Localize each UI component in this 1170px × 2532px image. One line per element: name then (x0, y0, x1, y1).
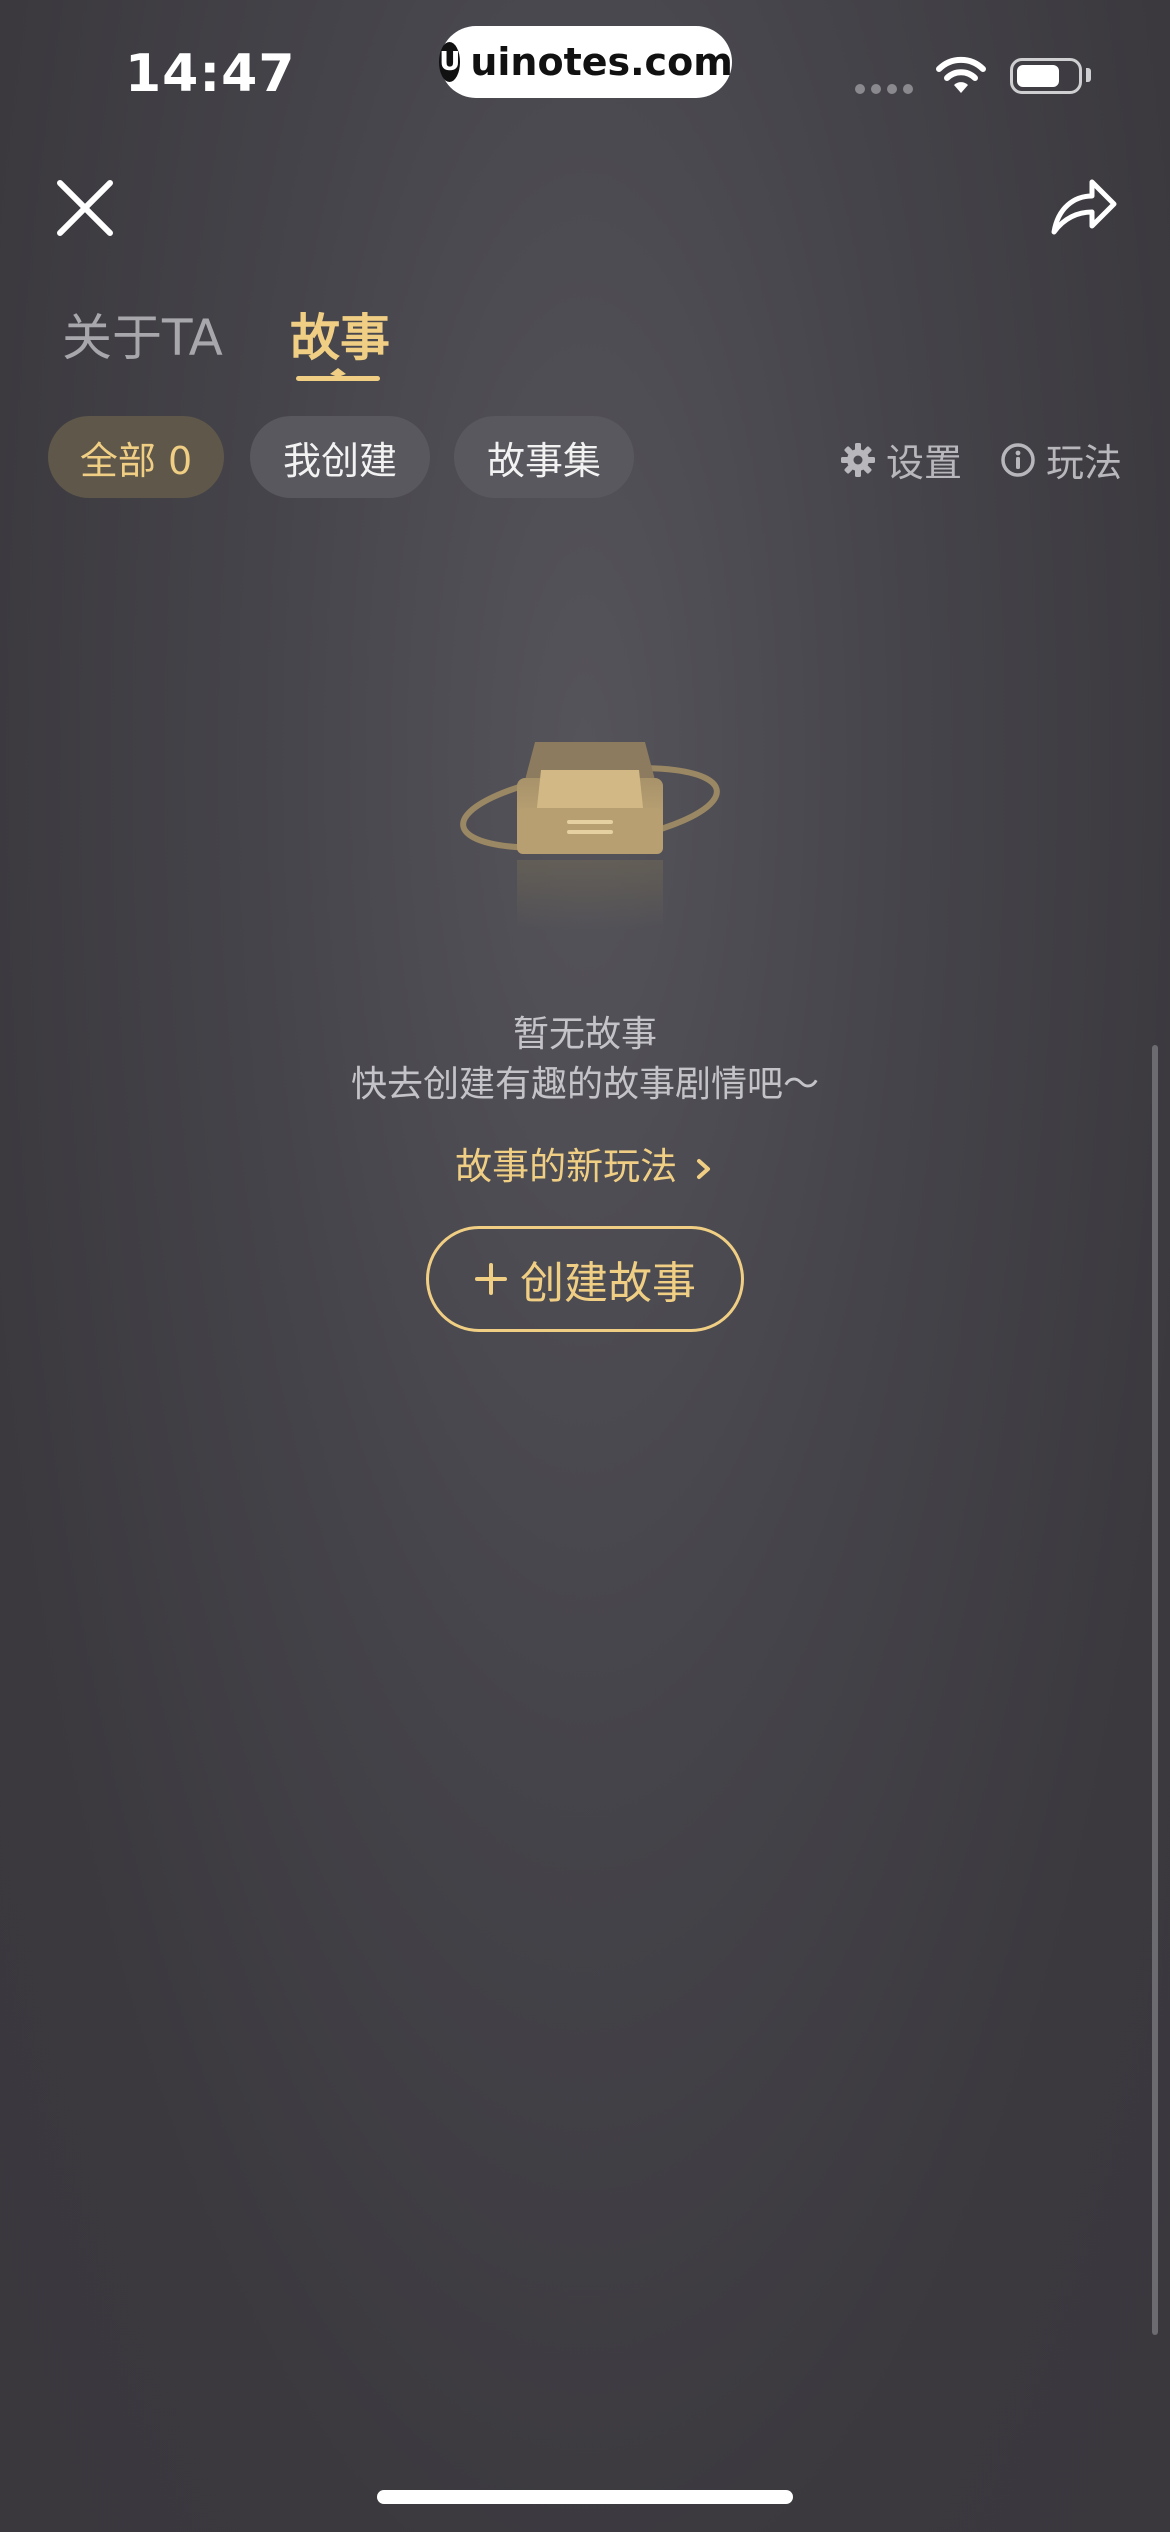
plus-icon (475, 1263, 507, 1295)
scrollbar[interactable] (1152, 1045, 1158, 2335)
gameplay-label: 玩法 (1046, 441, 1123, 485)
status-time: 14:47 (125, 44, 296, 104)
watermark-pill: U uinotes.com (439, 26, 733, 98)
new-gameplay-link[interactable]: 故事的新玩法 (0, 1136, 1170, 1190)
create-story-button[interactable]: 创建故事 (426, 1226, 744, 1332)
empty-title: 暂无故事 (512, 1014, 657, 1055)
filter-chip-created-by-me[interactable]: 我创建 (250, 416, 430, 498)
battery-icon (1010, 58, 1082, 94)
share-icon[interactable] (1048, 172, 1120, 238)
watermark-text: uinotes.com (470, 40, 733, 84)
empty-subtitle: 快去创建有趣的故事剧情吧～ (350, 1064, 819, 1105)
new-gameplay-label: 故事的新玩法 (455, 1145, 678, 1188)
close-icon[interactable] (52, 175, 118, 241)
chevron-right-icon (696, 1158, 710, 1179)
watermark-logo-icon: U (439, 42, 461, 82)
cellular-signal-icon (855, 84, 913, 94)
tab-about-ta[interactable]: 关于TA (62, 298, 223, 370)
create-story-label: 创建故事 (520, 1258, 696, 1309)
filter-chip-collections[interactable]: 故事集 (454, 416, 634, 498)
info-icon (1001, 442, 1035, 477)
filter-chip-all[interactable]: 全部 0 (48, 416, 224, 498)
active-tab-indicator (296, 368, 380, 381)
wifi-icon (936, 56, 986, 93)
battery-cap (1086, 68, 1091, 82)
empty-inbox-icon (460, 742, 720, 930)
settings-label: 设置 (886, 441, 963, 485)
gameplay-info-button[interactable]: 玩法 (1000, 432, 1122, 487)
settings-button[interactable]: 设置 (840, 432, 962, 487)
tab-story[interactable]: 故事 (290, 298, 390, 370)
home-indicator[interactable] (377, 2490, 793, 2504)
gear-icon (841, 442, 875, 477)
